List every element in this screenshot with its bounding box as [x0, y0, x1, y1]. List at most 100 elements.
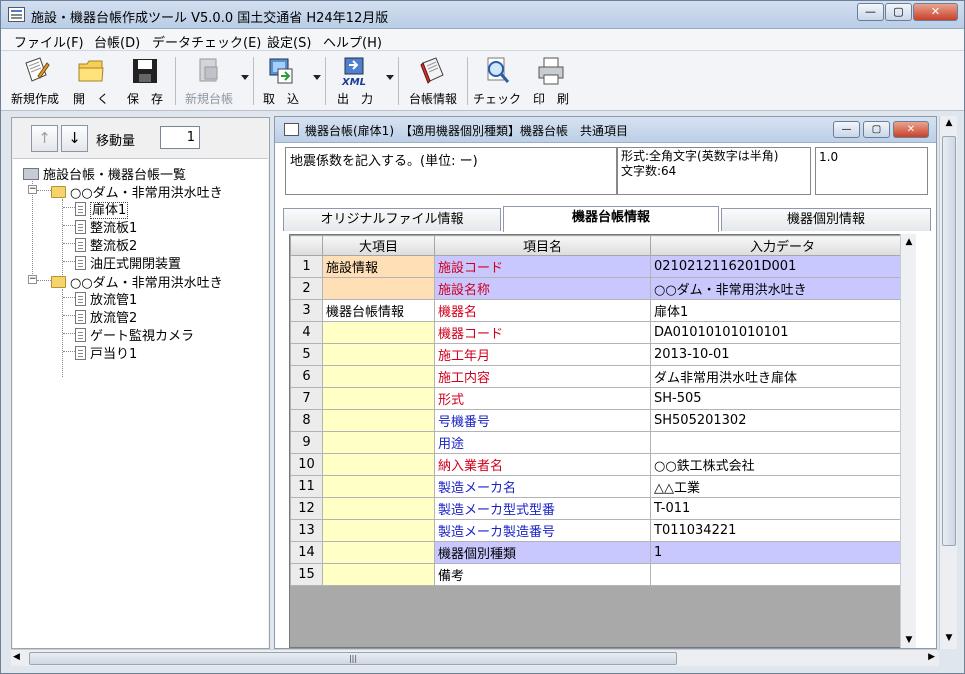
scroll-left-icon[interactable]: ◀ — [13, 652, 20, 662]
item-name-cell[interactable]: 機器名 — [434, 299, 651, 322]
category-cell[interactable] — [322, 431, 435, 454]
input-data-cell[interactable]: ○○鉄工株式会社 — [650, 453, 915, 476]
row-number[interactable]: 5 — [290, 343, 323, 366]
row-number[interactable]: 8 — [290, 409, 323, 432]
import-dropdown-arrow[interactable] — [313, 75, 321, 80]
item-name-cell[interactable]: 機器個別種類 — [434, 541, 651, 564]
input-data-cell[interactable] — [650, 431, 915, 454]
table-row[interactable]: 8 号機番号 SH505201302 — [290, 409, 915, 432]
table-row[interactable]: 4 機器コード DA01010101010101 — [290, 321, 915, 344]
category-cell[interactable]: 機器台帳情報 — [322, 299, 435, 322]
item-name-column-header[interactable]: 項目名 — [434, 235, 651, 256]
tree-item-door-1[interactable]: 扉体1 — [75, 199, 129, 219]
scroll-thumb[interactable]: ||| — [29, 652, 677, 665]
tree-group-2[interactable]: ○○ダム・非常用洪水吐き — [51, 272, 223, 291]
row-number[interactable]: 6 — [290, 365, 323, 388]
item-name-cell[interactable]: 製造メーカ名 — [434, 475, 651, 498]
main-horizontal-scrollbar[interactable]: ◀ ||| ▶ — [11, 649, 939, 666]
row-number[interactable]: 4 — [290, 321, 323, 344]
table-row[interactable]: 13 製造メーカ製造番号 T011034221 — [290, 519, 915, 542]
scroll-up-icon[interactable]: ▲ — [901, 234, 917, 250]
tree-item[interactable]: 整流板2 — [75, 235, 137, 254]
menu-data-check[interactable]: データチェック(E) — [152, 32, 261, 51]
item-name-cell[interactable]: 施設コード — [434, 255, 651, 278]
row-number[interactable]: 14 — [290, 541, 323, 564]
print-button[interactable]: 印 刷 — [527, 53, 575, 109]
export-dropdown-arrow[interactable] — [386, 75, 394, 80]
item-name-cell[interactable]: 納入業者名 — [434, 453, 651, 476]
table-row[interactable]: 9 用途 — [290, 431, 915, 454]
menu-file[interactable]: ファイル(F) — [14, 32, 84, 51]
category-column-header[interactable]: 大項目 — [322, 235, 435, 256]
item-name-cell[interactable]: 施設名称 — [434, 277, 651, 300]
category-cell[interactable] — [322, 453, 435, 476]
category-cell[interactable] — [322, 497, 435, 520]
tree-item[interactable]: 放流管2 — [75, 307, 137, 326]
row-number[interactable]: 12 — [290, 497, 323, 520]
item-name-cell[interactable]: 施工内容 — [434, 365, 651, 388]
row-number[interactable]: 10 — [290, 453, 323, 476]
minimize-button[interactable]: — — [857, 3, 884, 21]
item-name-cell[interactable]: 形式 — [434, 387, 651, 410]
row-number[interactable]: 11 — [290, 475, 323, 498]
input-data-column-header[interactable]: 入力データ — [650, 235, 915, 256]
ledger-info-button[interactable]: 台帳情報 — [403, 53, 463, 109]
row-number[interactable]: 3 — [290, 299, 323, 322]
move-up-button[interactable]: ↑ — [31, 125, 58, 152]
collapse-toggle[interactable]: − — [28, 185, 37, 194]
tab-original-file-info[interactable]: オリジナルファイル情報 — [283, 208, 501, 231]
table-row[interactable]: 15 備考 — [290, 563, 915, 586]
category-cell[interactable] — [322, 475, 435, 498]
open-button[interactable]: 開 く — [67, 53, 115, 109]
category-cell[interactable] — [322, 321, 435, 344]
category-cell[interactable] — [322, 409, 435, 432]
table-row[interactable]: 5 施工年月 2013-10-01 — [290, 343, 915, 366]
tab-equipment-individual-info[interactable]: 機器個別情報 — [721, 208, 931, 231]
item-name-cell[interactable]: 製造メーカ型式型番 — [434, 497, 651, 520]
move-amount-input[interactable]: 1 — [160, 126, 200, 149]
category-cell[interactable] — [322, 387, 435, 410]
input-data-cell[interactable]: SH-505 — [650, 387, 915, 410]
row-number[interactable]: 13 — [290, 519, 323, 542]
table-row[interactable]: 10 納入業者名 ○○鉄工株式会社 — [290, 453, 915, 476]
child-close-button[interactable]: ✕ — [893, 121, 929, 138]
row-number[interactable]: 15 — [290, 563, 323, 586]
category-cell[interactable] — [322, 277, 435, 300]
scroll-down-icon[interactable]: ▼ — [901, 632, 917, 648]
input-data-cell[interactable]: DA01010101010101 — [650, 321, 915, 344]
input-data-cell[interactable] — [650, 563, 915, 586]
input-data-cell[interactable]: 扉体1 — [650, 299, 915, 322]
item-name-cell[interactable]: 用途 — [434, 431, 651, 454]
category-cell[interactable] — [322, 563, 435, 586]
move-down-button[interactable]: ↓ — [61, 125, 88, 152]
child-title-bar[interactable]: 機器台帳(扉体1) 【適用機器個別種類】機器台帳 共通項目 — ▢ ✕ — [275, 117, 936, 143]
input-data-cell[interactable]: T011034221 — [650, 519, 915, 542]
main-vertical-scrollbar[interactable]: ▲ ▼ — [939, 116, 957, 649]
category-cell[interactable]: 施設情報 — [322, 255, 435, 278]
export-button[interactable]: XML 出 力 — [331, 53, 379, 109]
input-data-cell[interactable]: △△工業 — [650, 475, 915, 498]
table-row[interactable]: 14 機器個別種類 1 — [290, 541, 915, 564]
scroll-down-icon[interactable]: ▼ — [941, 633, 957, 647]
tab-ledger-info[interactable]: 機器台帳情報 — [503, 206, 719, 232]
scroll-right-icon[interactable]: ▶ — [928, 652, 935, 662]
tree-group-1[interactable]: ○○ダム・非常用洪水吐き — [51, 182, 223, 201]
row-number[interactable]: 2 — [290, 277, 323, 300]
table-row[interactable]: 7 形式 SH-505 — [290, 387, 915, 410]
scroll-up-icon[interactable]: ▲ — [941, 118, 957, 132]
input-data-cell[interactable]: 2013-10-01 — [650, 343, 915, 366]
tree-item[interactable]: ゲート監視カメラ — [75, 325, 194, 344]
category-cell[interactable] — [322, 541, 435, 564]
menu-help[interactable]: ヘルプ(H) — [323, 32, 382, 51]
input-data-cell[interactable]: 0210212116201D001 — [650, 255, 915, 278]
input-data-cell[interactable]: T-011 — [650, 497, 915, 520]
grid-vertical-scrollbar[interactable]: ▲ ▼ — [900, 234, 916, 648]
category-cell[interactable] — [322, 343, 435, 366]
table-row[interactable]: 12 製造メーカ型式型番 T-011 — [290, 497, 915, 520]
save-button[interactable]: 保 存 — [121, 53, 169, 109]
category-cell[interactable] — [322, 519, 435, 542]
new-ledger-dropdown-arrow[interactable] — [241, 75, 249, 80]
new-file-button[interactable]: 新規作成 — [9, 53, 61, 109]
new-ledger-button[interactable]: 新規台帳 — [181, 53, 237, 109]
collapse-toggle[interactable]: − — [28, 275, 37, 284]
